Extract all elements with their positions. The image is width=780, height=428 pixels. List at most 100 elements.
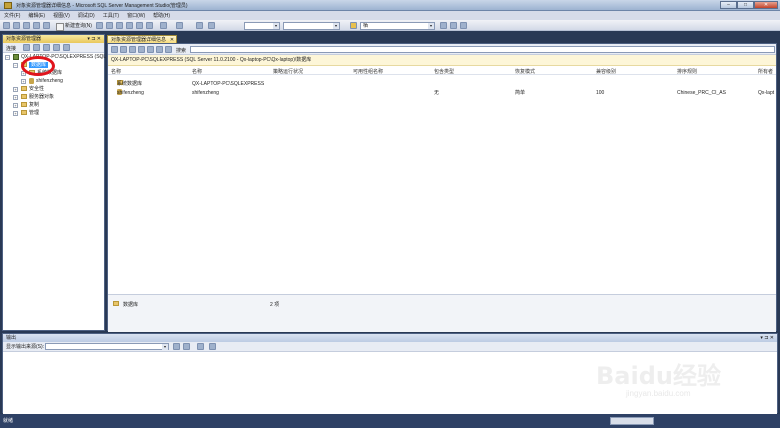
collapse-icon[interactable]: − <box>5 55 10 60</box>
menu-view[interactable]: 视图(V) <box>49 11 74 19</box>
output-header: 输出 ▾ ⊐ ✕ <box>3 334 777 342</box>
word-wrap-icon[interactable] <box>197 343 204 350</box>
toolbar-icon-c[interactable] <box>116 22 123 29</box>
paste-icon[interactable] <box>146 22 153 29</box>
tree-node-replication[interactable]: + 复制 <box>13 102 39 109</box>
save-all-icon[interactable] <box>43 22 50 29</box>
back-icon[interactable] <box>111 46 118 53</box>
table-row[interactable]: shifenzheng shifenzheng 无 简单 100 Chinese… <box>108 89 776 98</box>
folder-icon <box>21 94 27 100</box>
column-header[interactable]: 所有者 <box>758 68 773 75</box>
menu-edit[interactable]: 编辑(E) <box>24 11 49 19</box>
toolbar-icon-f[interactable] <box>460 22 467 29</box>
save-icon[interactable] <box>33 22 40 29</box>
output-source-dropdown[interactable]: ▾ <box>45 343 169 350</box>
clear-all-icon[interactable] <box>173 343 180 350</box>
table-row[interactable]: 系统数据库 QX-LAPTOP-PC\SQLEXPRESS <box>108 80 776 89</box>
toolbar-icon-e[interactable] <box>450 22 457 29</box>
folder-icon <box>21 110 27 116</box>
minimize-button[interactable]: – <box>720 1 737 9</box>
close-button[interactable]: ✕ <box>754 1 778 9</box>
add-item-icon[interactable] <box>13 22 20 29</box>
database-icon <box>29 78 34 84</box>
refresh-icon[interactable] <box>138 46 145 53</box>
copy-icon[interactable] <box>136 22 143 29</box>
open-file-icon[interactable] <box>23 22 30 29</box>
object-explorer-panel: 对象资源管理器 ▾ ⊐ ✕ 连接 − QX-LAPTOP-PC\SQLEXPRE… <box>2 34 111 331</box>
filter-icon[interactable] <box>147 46 154 53</box>
find-dropdown[interactable]: 栖 ▾ <box>360 22 435 30</box>
column-header[interactable]: 兼容级别 <box>596 68 616 75</box>
summary-label: 数据库 <box>123 302 139 308</box>
column-header[interactable]: 包含类型 <box>434 68 454 75</box>
expand-icon[interactable]: + <box>13 87 18 92</box>
settings-icon[interactable] <box>156 46 163 53</box>
server-icon <box>13 54 19 60</box>
filter-icon[interactable] <box>53 44 60 51</box>
pin-icon[interactable]: ▾ ⊐ ✕ <box>87 35 101 43</box>
column-header[interactable]: 名称 <box>111 68 121 75</box>
toggle-icon[interactable] <box>209 343 216 350</box>
search-input[interactable] <box>190 46 775 53</box>
title-bar: 对象资源管理器详细信息 - Microsoft SQL Server Manag… <box>0 0 780 11</box>
new-query-button[interactable]: 新建查询(N) <box>56 22 92 31</box>
column-header[interactable]: 恢复模式 <box>515 68 535 75</box>
collapse-icon[interactable]: − <box>13 63 18 68</box>
refresh-icon[interactable] <box>63 44 70 51</box>
column-header[interactable]: 可用性组名称 <box>353 68 383 75</box>
navigate-back-icon[interactable] <box>196 22 203 29</box>
find-icon[interactable] <box>183 343 190 350</box>
pin-icon[interactable]: ▾ ⊐ ✕ <box>760 334 774 342</box>
solution-config-dropdown[interactable]: ▾ <box>283 22 340 30</box>
find-in-files-icon[interactable] <box>350 22 357 29</box>
redo-icon[interactable] <box>176 22 183 29</box>
expand-icon[interactable]: + <box>13 95 18 100</box>
show-output-from-label: 显示输出来源(S): <box>6 344 45 350</box>
expand-icon[interactable]: + <box>21 79 26 84</box>
details-toolbar: 搜索 <box>108 44 776 55</box>
database-dropdown[interactable]: ▾ <box>244 22 280 30</box>
forward-icon[interactable] <box>120 46 127 53</box>
tab-object-explorer-details[interactable]: 对象资源管理器详细信息 ✕ <box>107 35 178 43</box>
menu-help[interactable]: 帮助(H) <box>149 11 174 19</box>
undo-icon[interactable] <box>160 22 167 29</box>
scroll-buttons[interactable] <box>610 417 654 425</box>
disconnect-icon[interactable] <box>33 44 40 51</box>
report-icon[interactable] <box>165 46 172 53</box>
item-count: 2 项 <box>270 302 280 308</box>
tree-server-node[interactable]: − QX-LAPTOP-PC\SQLEXPRESS (SQL S <box>5 54 111 61</box>
maximize-button[interactable]: □ <box>737 1 754 9</box>
menu-debug[interactable]: 调试(D) <box>74 11 99 19</box>
app-icon <box>4 2 12 9</box>
standard-toolbar: 新建查询(N) ▾ ▾ 栖 ▾ <box>0 20 780 31</box>
tree-node-shifenzheng[interactable]: + shifenzheng <box>21 78 63 85</box>
connect-icon[interactable] <box>23 44 30 51</box>
status-bar: 就绪 <box>0 414 780 428</box>
new-project-icon[interactable] <box>3 22 10 29</box>
menu-tools[interactable]: 工具(T) <box>99 11 123 19</box>
toolbar-icon-a[interactable] <box>96 22 103 29</box>
tree-node-security[interactable]: + 安全性 <box>13 86 44 93</box>
toolbar-icon-b[interactable] <box>106 22 113 29</box>
stop-icon[interactable] <box>43 44 50 51</box>
object-explorer-details: 搜索 QX-LAPTOP-PC\SQLEXPRESS (SQL Server 1… <box>107 43 777 332</box>
column-header[interactable]: 排序规则 <box>677 68 697 75</box>
tree-node-management[interactable]: + 管理 <box>13 110 39 117</box>
expand-icon[interactable]: + <box>13 111 18 116</box>
navigate-forward-icon[interactable] <box>208 22 215 29</box>
menu-file[interactable]: 文件(F) <box>0 11 24 19</box>
connect-button[interactable]: 连接 <box>6 45 16 52</box>
tree-node-server-objects[interactable]: + 服务器对象 <box>13 94 54 101</box>
expand-icon[interactable]: + <box>13 103 18 108</box>
menu-bar: 文件(F) 编辑(E) 视图(V) 调试(D) 工具(T) 窗口(W) 帮助(H) <box>0 11 780 20</box>
column-header[interactable]: 名称 <box>192 68 202 75</box>
toolbar-icon-d[interactable] <box>440 22 447 29</box>
window-title: 对象资源管理器详细信息 - Microsoft SQL Server Manag… <box>16 3 188 9</box>
document-tabstrip: 对象资源管理器详细信息 ✕ <box>107 34 778 43</box>
column-header[interactable]: 策略运行状况 <box>273 68 303 75</box>
cut-icon[interactable] <box>126 22 133 29</box>
sync-icon[interactable] <box>129 46 136 53</box>
menu-window[interactable]: 窗口(W) <box>123 11 149 19</box>
search-label: 搜索 <box>176 48 187 54</box>
folder-icon <box>113 301 119 306</box>
